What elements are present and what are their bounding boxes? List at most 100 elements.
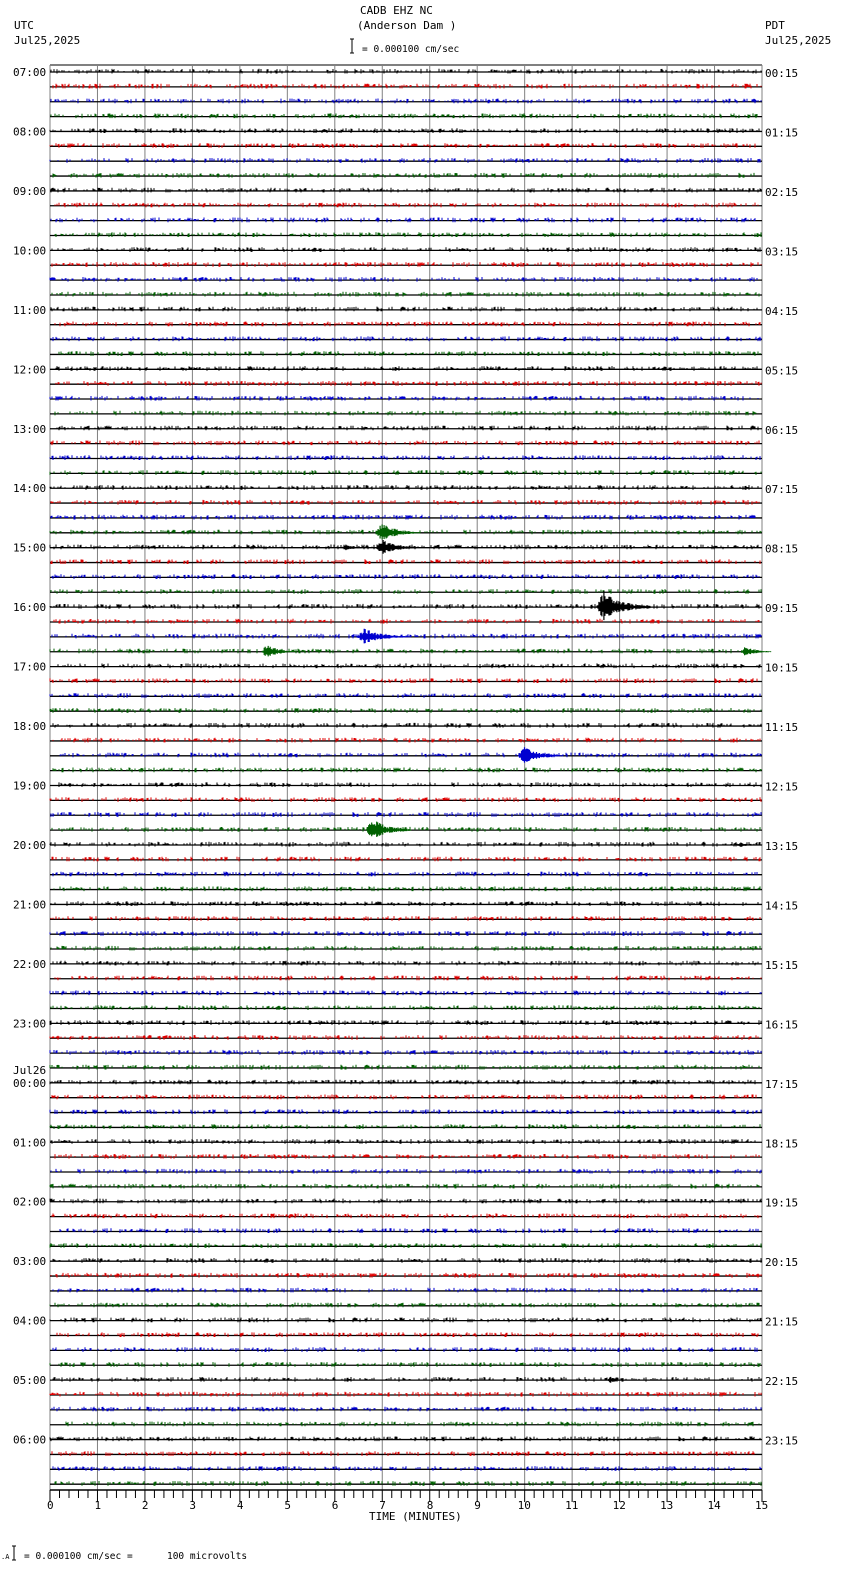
pdt-hour-label: 07:15 bbox=[765, 483, 798, 496]
seismic-event bbox=[366, 821, 412, 837]
trace-noise bbox=[49, 603, 760, 609]
utc-hour-label: 17:00 bbox=[13, 661, 46, 674]
trace-noise bbox=[49, 708, 762, 713]
pdt-hour-label: 19:15 bbox=[765, 1197, 798, 1210]
trace-noise bbox=[49, 1079, 756, 1085]
scale-bar-icon bbox=[350, 38, 354, 54]
trace-noise bbox=[50, 1139, 756, 1144]
pdt-hour-label: 00:15 bbox=[765, 67, 798, 80]
scale-text: = 0.000100 cm/sec bbox=[362, 44, 459, 55]
trace-noise bbox=[50, 916, 761, 921]
utc-hour-label: 07:00 bbox=[13, 66, 46, 79]
trace-noise bbox=[49, 1391, 762, 1397]
trace-noise bbox=[51, 291, 760, 297]
pdt-hour-label: 15:15 bbox=[765, 959, 798, 972]
trace-noise bbox=[65, 1421, 760, 1427]
trace-noise bbox=[49, 276, 758, 282]
pdt-hour-label: 04:15 bbox=[765, 305, 798, 318]
trace-noise bbox=[52, 1376, 762, 1382]
utc-hour-label: 14:00 bbox=[13, 482, 46, 495]
x-tick-label: 2 bbox=[142, 1499, 149, 1512]
trace-noise bbox=[52, 1258, 762, 1263]
x-axis-label: TIME (MINUTES) bbox=[369, 1510, 462, 1523]
trace-noise bbox=[49, 395, 759, 401]
pdt-hour-label: 03:15 bbox=[765, 245, 798, 258]
helicorder-plot: CADB EHZ NC (Anderson Dam ) UTC Jul25,20… bbox=[0, 0, 850, 1584]
trace-noise bbox=[49, 455, 761, 460]
trace-noise bbox=[52, 1466, 762, 1471]
x-tick-label: 14 bbox=[708, 1499, 722, 1512]
pdt-hour-label: 10:15 bbox=[765, 662, 798, 675]
trace-noise bbox=[49, 678, 758, 683]
trace-noise bbox=[49, 931, 761, 936]
x-tick-label: 0 bbox=[47, 1499, 54, 1512]
trace-noise bbox=[49, 485, 759, 490]
utc-hour-label: 03:00 bbox=[13, 1255, 46, 1268]
x-tick-label: 6 bbox=[332, 1499, 339, 1512]
trace-noise bbox=[50, 336, 762, 342]
seismic-event bbox=[375, 524, 421, 540]
x-tick-label: 11 bbox=[565, 1499, 578, 1512]
trace-noise bbox=[50, 68, 762, 74]
x-tick-label: 5 bbox=[284, 1499, 291, 1512]
date-change-label: Jul26 bbox=[13, 1064, 46, 1077]
trace-noise bbox=[54, 321, 761, 327]
trace-noise bbox=[52, 172, 755, 178]
trace-noise bbox=[54, 232, 762, 237]
utc-hour-label: 22:00 bbox=[13, 958, 46, 971]
pdt-hour-label: 11:15 bbox=[765, 721, 798, 734]
trace-noise bbox=[50, 589, 762, 594]
trace-noise bbox=[50, 945, 761, 951]
trace-noise bbox=[50, 559, 761, 564]
trace-noise bbox=[50, 306, 758, 312]
trace-noise bbox=[58, 782, 762, 787]
pdt-hour-label: 08:15 bbox=[765, 543, 798, 556]
trace-noise bbox=[52, 83, 762, 89]
trace-noise bbox=[53, 886, 761, 892]
trace-noise bbox=[52, 722, 762, 728]
trace-noise bbox=[54, 1481, 762, 1486]
seismic-event bbox=[517, 747, 564, 763]
x-tick-label: 12 bbox=[613, 1499, 626, 1512]
x-tick-label: 10 bbox=[518, 1499, 531, 1512]
pdt-hour-label: 12:15 bbox=[765, 781, 798, 794]
utc-hour-label: 01:00 bbox=[13, 1136, 46, 1149]
utc-hour-label: 10:00 bbox=[13, 244, 46, 257]
trace-noise bbox=[53, 618, 760, 624]
trace-noise bbox=[51, 1451, 755, 1456]
trace-noise bbox=[49, 1436, 761, 1442]
trace-noise bbox=[49, 1198, 762, 1204]
x-tick-label: 1 bbox=[94, 1499, 101, 1512]
trace-noise bbox=[52, 960, 759, 966]
utc-hour-label: 20:00 bbox=[13, 839, 46, 852]
trace-noise bbox=[49, 1020, 762, 1025]
trace-noise bbox=[50, 187, 762, 193]
trace-noise bbox=[49, 797, 762, 802]
pdt-hour-label: 23:15 bbox=[765, 1435, 798, 1448]
trace-noise bbox=[50, 440, 760, 446]
trace-noise bbox=[49, 841, 761, 847]
seismogram-svg: CADB EHZ NC (Anderson Dam ) UTC Jul25,20… bbox=[1, 4, 831, 1562]
footer-scale-icon: .A bbox=[1, 1545, 16, 1561]
trace-noise bbox=[50, 1272, 762, 1278]
trace-noise bbox=[54, 202, 759, 208]
trace-noise bbox=[55, 381, 762, 386]
pdt-hour-label: 21:15 bbox=[765, 1316, 798, 1329]
footer-scale-text: = 0.000100 cm/sec = 100 microvolts bbox=[24, 1551, 247, 1562]
pdt-hour-label: 13:15 bbox=[765, 840, 798, 853]
pdt-hour-label: 05:15 bbox=[765, 364, 798, 377]
pdt-hour-label: 01:15 bbox=[765, 126, 798, 139]
seismic-event bbox=[741, 647, 772, 656]
utc-hour-label: 05:00 bbox=[13, 1374, 46, 1387]
left-timezone: UTC bbox=[14, 19, 34, 32]
trace-noise bbox=[58, 351, 761, 356]
pdt-hour-label: 06:15 bbox=[765, 424, 798, 437]
right-date: Jul25,2025 bbox=[765, 34, 831, 47]
x-tick-label: 4 bbox=[237, 1499, 244, 1512]
trace-noise bbox=[54, 410, 757, 416]
trace-noise bbox=[49, 990, 762, 996]
trace-noise bbox=[57, 663, 761, 669]
trace-noise bbox=[49, 1302, 760, 1308]
x-tick-label: 15 bbox=[755, 1499, 768, 1512]
right-timezone: PDT bbox=[765, 19, 785, 32]
